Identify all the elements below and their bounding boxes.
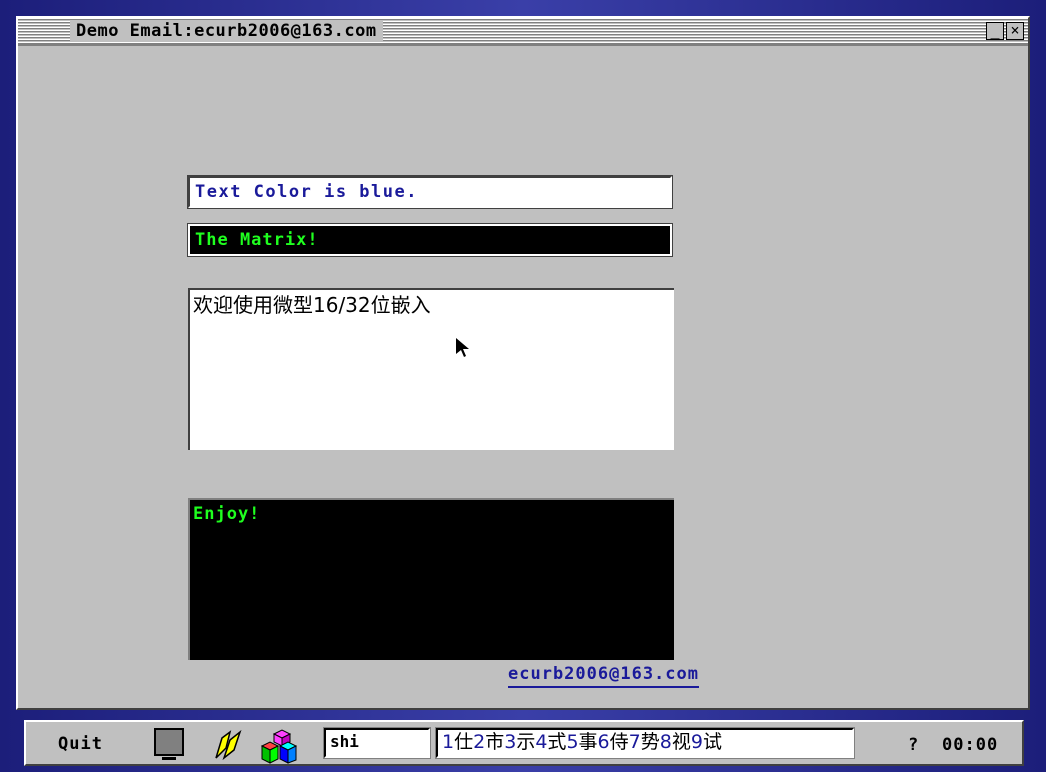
minimize-button[interactable]: _ (986, 22, 1004, 40)
candidate-number: 7 (628, 731, 641, 753)
ime-input[interactable]: shi (323, 727, 431, 759)
candidate-number: 6 (597, 731, 610, 753)
ime-candidate-3[interactable]: 3示 (504, 730, 535, 754)
matrix-text-field[interactable]: The Matrix! (187, 223, 673, 257)
tools-icon[interactable] (212, 728, 246, 766)
candidate-char: 市 (485, 731, 505, 753)
ime-candidate-5[interactable]: 5事 (566, 730, 597, 754)
chinese-text-area[interactable]: 欢迎使用微型16/32位嵌入 (188, 288, 674, 450)
candidate-char: 事 (578, 731, 598, 753)
enjoy-text-area[interactable]: Enjoy! (188, 498, 674, 660)
ime-candidate-bar: 1仕2市3示4式5事6侍7势8视9试 (435, 727, 855, 759)
candidate-char: 仕 (454, 731, 474, 753)
title-bar[interactable]: Demo Email:ecurb2006@163.com _ × (18, 18, 1028, 46)
clock: 00:00 (942, 735, 999, 755)
blue-text-field[interactable]: Text Color is blue. (187, 175, 673, 209)
ime-candidate-9[interactable]: 9试 (691, 730, 722, 754)
candidate-number: 8 (659, 731, 672, 753)
ime-candidate-2[interactable]: 2市 (473, 730, 504, 754)
candidate-char: 示 (516, 731, 536, 753)
cubes-icon[interactable] (260, 728, 300, 768)
ime-candidate-1[interactable]: 1仕 (442, 730, 473, 754)
candidate-number: 3 (504, 731, 517, 753)
candidate-number: 4 (535, 731, 548, 753)
window-title: Demo Email:ecurb2006@163.com (70, 21, 383, 41)
taskbar: Quit shi 1仕2市3示4式5事6侍7势8视9试 ? 00:00 (24, 720, 1024, 766)
demo-window: Demo Email:ecurb2006@163.com _ × Text Co… (16, 16, 1030, 710)
candidate-char: 势 (640, 731, 660, 753)
candidate-char: 试 (702, 731, 722, 753)
ime-candidate-4[interactable]: 4式 (535, 730, 566, 754)
candidate-number: 5 (566, 731, 579, 753)
ime-candidate-6[interactable]: 6侍 (598, 730, 629, 754)
quit-button[interactable]: Quit (58, 734, 103, 754)
candidate-char: 侍 (609, 731, 629, 753)
help-button[interactable]: ? (908, 735, 918, 755)
candidate-char: 视 (671, 731, 691, 753)
ime-candidate-8[interactable]: 8视 (660, 730, 691, 754)
email-link[interactable]: ecurb2006@163.com (508, 664, 699, 688)
candidate-char: 式 (547, 731, 567, 753)
candidate-number: 1 (442, 731, 455, 753)
ime-candidate-7[interactable]: 7势 (629, 730, 660, 754)
candidate-number: 2 (473, 731, 486, 753)
desktop: Demo Email:ecurb2006@163.com _ × Text Co… (0, 0, 1046, 772)
monitor-icon[interactable] (154, 728, 188, 766)
candidate-number: 9 (690, 731, 703, 753)
close-button[interactable]: × (1006, 22, 1024, 40)
